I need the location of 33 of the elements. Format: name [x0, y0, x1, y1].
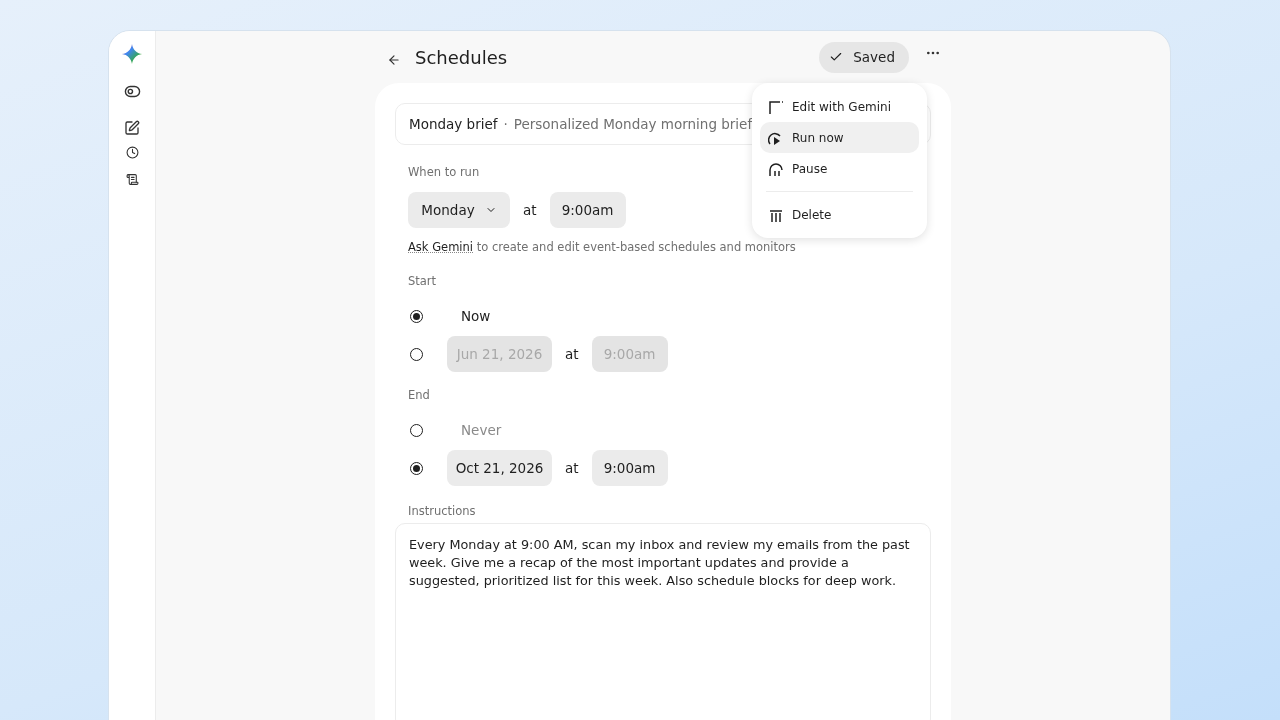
menu-item[interactable]: Run now [760, 122, 919, 153]
section-label: Start [408, 274, 437, 288]
instructions-field[interactable]: Every Monday at 9:00 AM, scan my inbox and review my emails from the past week. Give me a recap of the most important updates and provide a suggested, prioritized list for this week. Also schedule blocks for deep work. [395, 523, 931, 720]
clock-icon[interactable] [125, 146, 139, 159]
date-field[interactable]: Oct 21, 2026 [447, 450, 552, 486]
separator-dot: · [503, 116, 508, 132]
menu-item[interactable]: Delete [760, 199, 919, 230]
menu-item[interactable]: Pause [760, 153, 919, 184]
pause-icon [768, 160, 784, 177]
schedule-name: Monday brief [409, 116, 498, 132]
check-icon [829, 50, 844, 64]
at-label: at [565, 346, 579, 362]
document-icon[interactable] [125, 173, 139, 186]
section-label: End [408, 388, 430, 402]
option-label: Now [461, 308, 491, 324]
day-select[interactable]: Monday [408, 192, 510, 228]
section-label: Instructions [408, 504, 476, 518]
page-title: Schedules [415, 46, 509, 68]
back-arrow-icon[interactable] [387, 53, 401, 67]
edit-icon[interactable] [124, 120, 140, 136]
gemini-logo-icon[interactable] [121, 43, 143, 65]
time-field[interactable]: 9:00am [591, 450, 668, 486]
time-field[interactable]: 9:00am [549, 192, 626, 228]
hint-text: Ask Gemini to create and edit event-based schedules and monitors [408, 240, 797, 254]
schedule-description: Personalized Monday morning brief [513, 116, 753, 132]
at-label: at [565, 460, 579, 476]
saved-button[interactable]: Saved [819, 41, 909, 73]
ask-gemini-link[interactable]: Ask Gemini [408, 240, 474, 254]
section-label: When to run [408, 165, 480, 179]
at-label: at [523, 202, 537, 218]
toggle-icon[interactable] [123, 83, 141, 100]
corner-icon [768, 98, 784, 115]
option-label: Never [461, 422, 502, 438]
